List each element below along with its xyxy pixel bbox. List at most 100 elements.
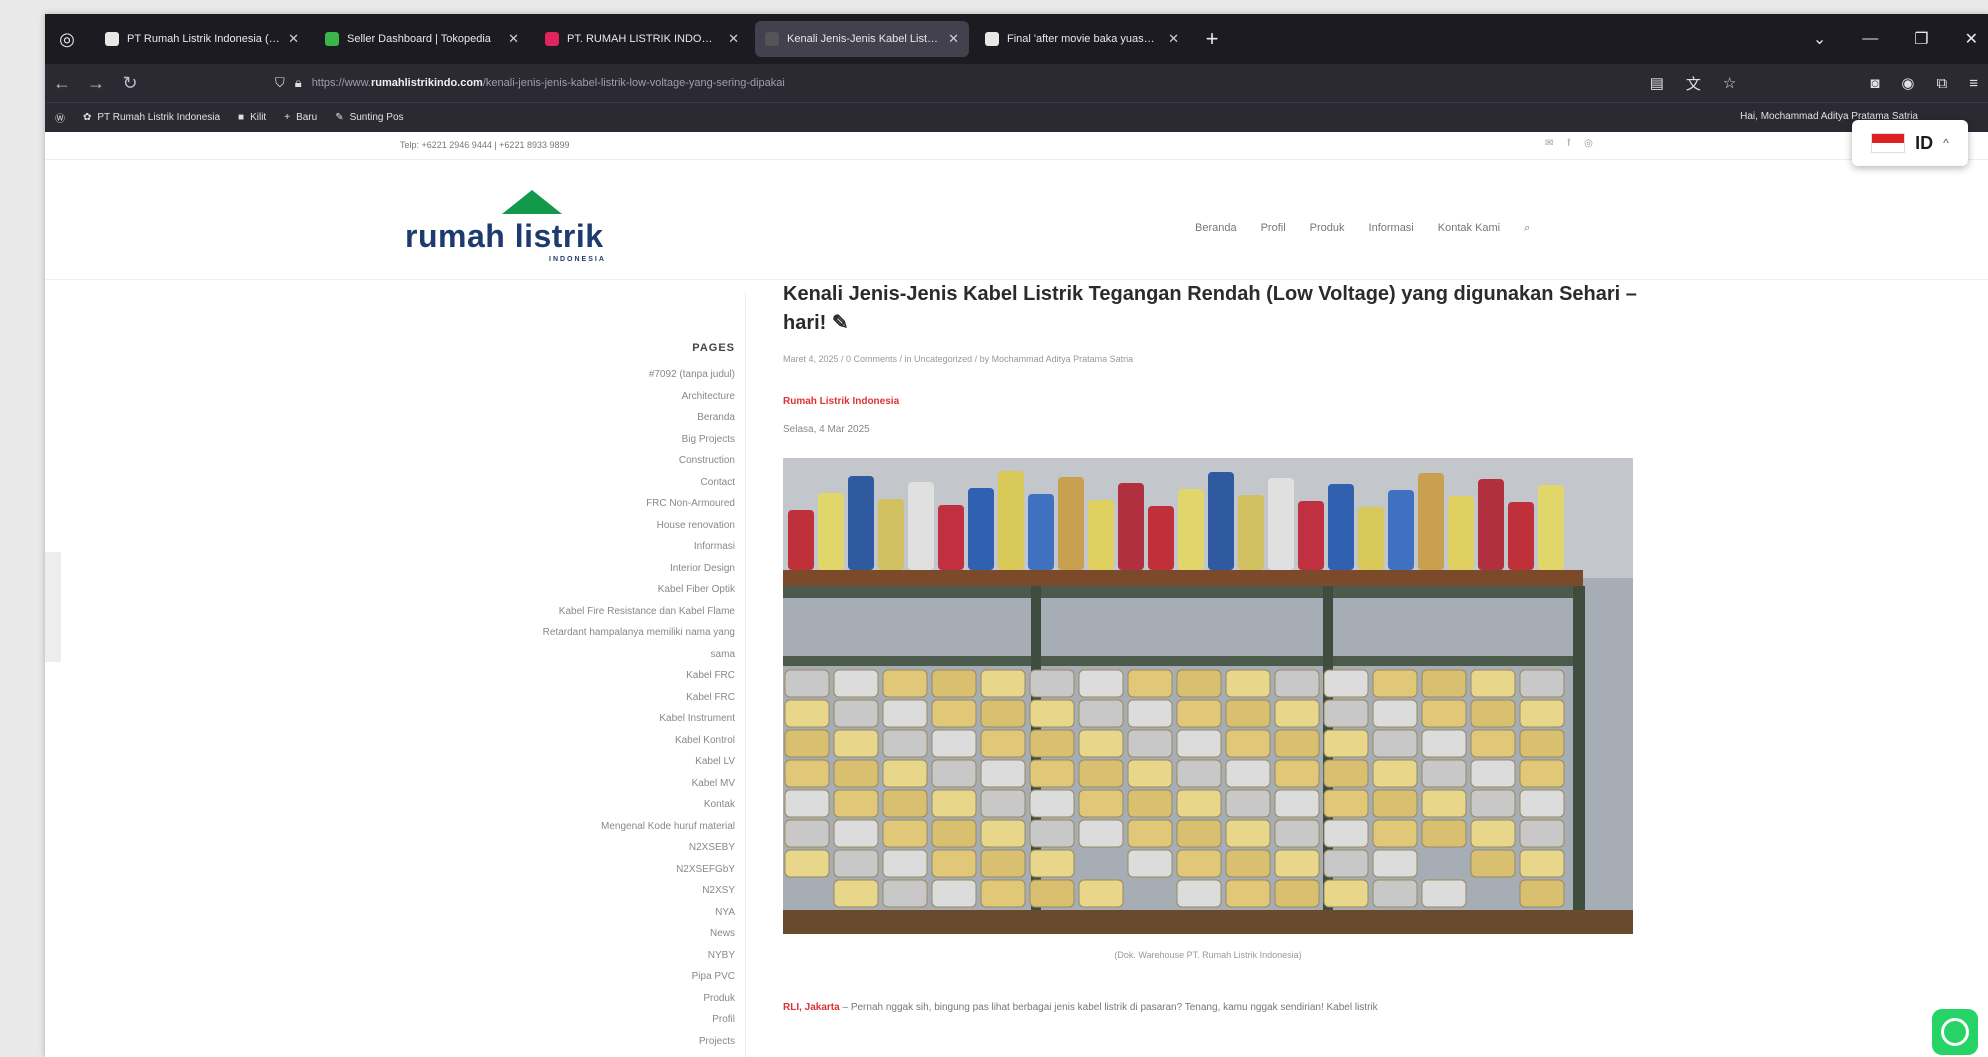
sidebar-page-link[interactable]: N2XSEFGbY xyxy=(345,859,735,881)
sidebar-page-link[interactable]: Interior Design xyxy=(345,558,735,580)
close-tab-icon[interactable]: ✕ xyxy=(1168,31,1179,47)
sidebar-page-link[interactable]: NYBY xyxy=(345,945,735,967)
sidebar-page-link[interactable]: Kabel MV xyxy=(345,773,735,795)
email-icon[interactable]: ✉ xyxy=(1545,138,1553,149)
browser-tab[interactable]: PT Rumah Listrik Indonesia (E... ✕ xyxy=(95,21,309,57)
sidebar-page-link[interactable]: Profil xyxy=(345,1009,735,1031)
cable-reel-top xyxy=(1088,500,1114,570)
cable-reel-bottom xyxy=(1127,729,1173,758)
sidebar-page-link[interactable]: N2XSY xyxy=(345,880,735,902)
cable-reel-bottom xyxy=(1519,699,1565,728)
cable-reel-bottom xyxy=(1421,729,1467,758)
close-window-button[interactable]: ✕ xyxy=(1965,29,1978,49)
menu-item-profil[interactable]: Profil xyxy=(1261,222,1286,235)
sidebar-page-link[interactable]: Construction xyxy=(345,450,735,472)
sidebar-page-link[interactable]: Mengenal Kode huruf material xyxy=(345,816,735,838)
menu-item-kontak[interactable]: Kontak Kami xyxy=(1438,222,1500,235)
new-tab-button[interactable]: + xyxy=(1195,22,1229,56)
cable-reel-bottom xyxy=(980,699,1026,728)
sidebar-page-link[interactable]: Architecture xyxy=(345,386,735,408)
sidebar-page-link[interactable]: Kabel FRC xyxy=(345,665,735,687)
sidebar-page-link[interactable]: Big Projects xyxy=(345,429,735,451)
maximize-button[interactable]: ❐ xyxy=(1914,29,1928,49)
sidebar-page-link[interactable]: FRC Non-Armoured xyxy=(345,493,735,515)
sidebar-page-link[interactable]: Contact xyxy=(345,472,735,494)
menu-icon[interactable]: ≡ xyxy=(1969,75,1978,92)
address-bar[interactable]: ⛉ 🔒︎ https://www.rumahlistrikindo.com/ke… xyxy=(275,68,1455,98)
close-tab-icon[interactable]: ✕ xyxy=(948,31,959,47)
sidebar-page-link[interactable]: Kabel FRC xyxy=(345,687,735,709)
translate-icon[interactable]: 文 xyxy=(1686,73,1701,94)
sidebar-page-link[interactable]: Kabel Fiber Optik xyxy=(345,579,735,601)
close-tab-icon[interactable]: ✕ xyxy=(728,31,739,47)
sidebar-page-link[interactable]: Projects xyxy=(345,1031,735,1053)
close-tab-icon[interactable]: ✕ xyxy=(508,31,519,47)
cable-reel-bottom xyxy=(1421,759,1467,788)
sidebar-page-link[interactable]: Kabel LV xyxy=(345,751,735,773)
cable-reel-bottom xyxy=(1323,789,1369,818)
cable-reel-bottom xyxy=(1127,669,1173,698)
browser-tab[interactable]: Final 'after movie baka yuasa' t... ✕ xyxy=(975,21,1189,57)
shield-icon[interactable]: ⛉ xyxy=(275,75,285,91)
instagram-icon[interactable]: ◎ xyxy=(1584,138,1593,149)
sidebar-page-link[interactable]: News xyxy=(345,923,735,945)
sidebar-page-link[interactable]: House renovation xyxy=(345,515,735,537)
sidebar-page-link[interactable]: Retardant hampalanya memiliki nama yang xyxy=(345,622,735,644)
sidebar-page-link[interactable]: N2XSEBY xyxy=(345,837,735,859)
cable-reel-bottom xyxy=(1225,759,1271,788)
firefox-view-icon[interactable]: ◎ xyxy=(45,14,89,64)
back-button[interactable]: ← xyxy=(45,68,79,98)
account-icon[interactable]: ◉ xyxy=(1901,74,1914,92)
menu-item-beranda[interactable]: Beranda xyxy=(1195,222,1237,235)
sidebar-page-link[interactable]: #7092 (tanpa judul) xyxy=(345,364,735,386)
sidebar-page-link[interactable]: Kabel Fire Resistance dan Kabel Flame xyxy=(345,601,735,623)
reader-view-icon[interactable]: ▤ xyxy=(1650,74,1664,92)
browser-tab[interactable]: Kenali Jenis-Jenis Kabel Listrik T... ✕ xyxy=(755,21,969,57)
sidebar-page-link[interactable]: NYA xyxy=(345,902,735,924)
sidebar-page-link[interactable]: Produk xyxy=(345,988,735,1010)
menu-item-informasi[interactable]: Informasi xyxy=(1369,222,1414,235)
bookmark-item[interactable]: ■ Kilit xyxy=(238,112,266,123)
cable-reel-bottom xyxy=(1127,819,1173,848)
bookmark-item[interactable]: ✎ Sunting Pos xyxy=(335,112,403,123)
extensions-icon[interactable]: ⧉ xyxy=(1937,75,1948,92)
language-switcher[interactable]: ID ^ xyxy=(1852,120,1968,166)
browser-tab[interactable]: Seller Dashboard | Tokopedia ✕ xyxy=(315,21,529,57)
reload-button[interactable]: ↻ xyxy=(113,68,147,98)
facebook-icon[interactable]: f xyxy=(1567,138,1570,149)
sidebar-page-link[interactable]: Kabel Instrument xyxy=(345,708,735,730)
cable-reel-bottom xyxy=(1519,669,1565,698)
sidebar-page-link[interactable]: Beranda xyxy=(345,407,735,429)
cable-reel-bottom xyxy=(931,879,977,908)
sidebar-page-link[interactable]: Pipa PVC xyxy=(345,966,735,988)
lock-icon[interactable]: 🔒︎ xyxy=(295,75,302,91)
cable-reel-bottom xyxy=(833,879,879,908)
wordpress-icon[interactable]: Ⓦ xyxy=(55,110,65,125)
close-tab-icon[interactable]: ✕ xyxy=(288,31,299,47)
sidebar-page-link[interactable]: Kabel Kontrol xyxy=(345,730,735,752)
tab-list-chevron-icon[interactable]: ⌄ xyxy=(1813,29,1826,49)
menu-item-produk[interactable]: Produk xyxy=(1310,222,1345,235)
side-scroll-tab[interactable] xyxy=(45,552,61,662)
whatsapp-button[interactable] xyxy=(1932,1009,1978,1055)
search-icon[interactable]: ⌕ xyxy=(1524,222,1530,235)
sidebar-page-link[interactable]: Kontak xyxy=(345,794,735,816)
article-category[interactable]: Rumah Listrik Indonesia xyxy=(783,396,899,407)
bookmark-star-icon[interactable]: ☆ xyxy=(1723,74,1736,92)
bookmark-label: Baru xyxy=(296,112,318,123)
bookmark-item[interactable]: ✿ PT Rumah Listrik Indonesia xyxy=(83,112,220,123)
bookmark-item[interactable]: + Baru xyxy=(284,112,317,123)
browser-tab[interactable]: PT. RUMAH LISTRIK INDONESI... ✕ xyxy=(535,21,749,57)
minimize-button[interactable]: — xyxy=(1862,30,1878,48)
site-logo[interactable]: rumah listrik INDONESIA xyxy=(405,190,625,270)
cable-reel-top xyxy=(788,510,814,570)
url-text[interactable]: https://www.rumahlistrikindo.com/kenali-… xyxy=(312,77,785,89)
cable-reel-bottom xyxy=(833,759,879,788)
forward-button[interactable]: → xyxy=(79,68,113,98)
sidebar-page-link[interactable]: Informasi xyxy=(345,536,735,558)
cable-reel-bottom xyxy=(1372,699,1418,728)
cable-reel-bottom xyxy=(1225,729,1271,758)
edit-pen-icon[interactable]: ✎ xyxy=(832,312,849,334)
sidebar-page-link[interactable]: sama xyxy=(345,644,735,666)
pocket-icon[interactable]: ◙ xyxy=(1870,75,1879,92)
